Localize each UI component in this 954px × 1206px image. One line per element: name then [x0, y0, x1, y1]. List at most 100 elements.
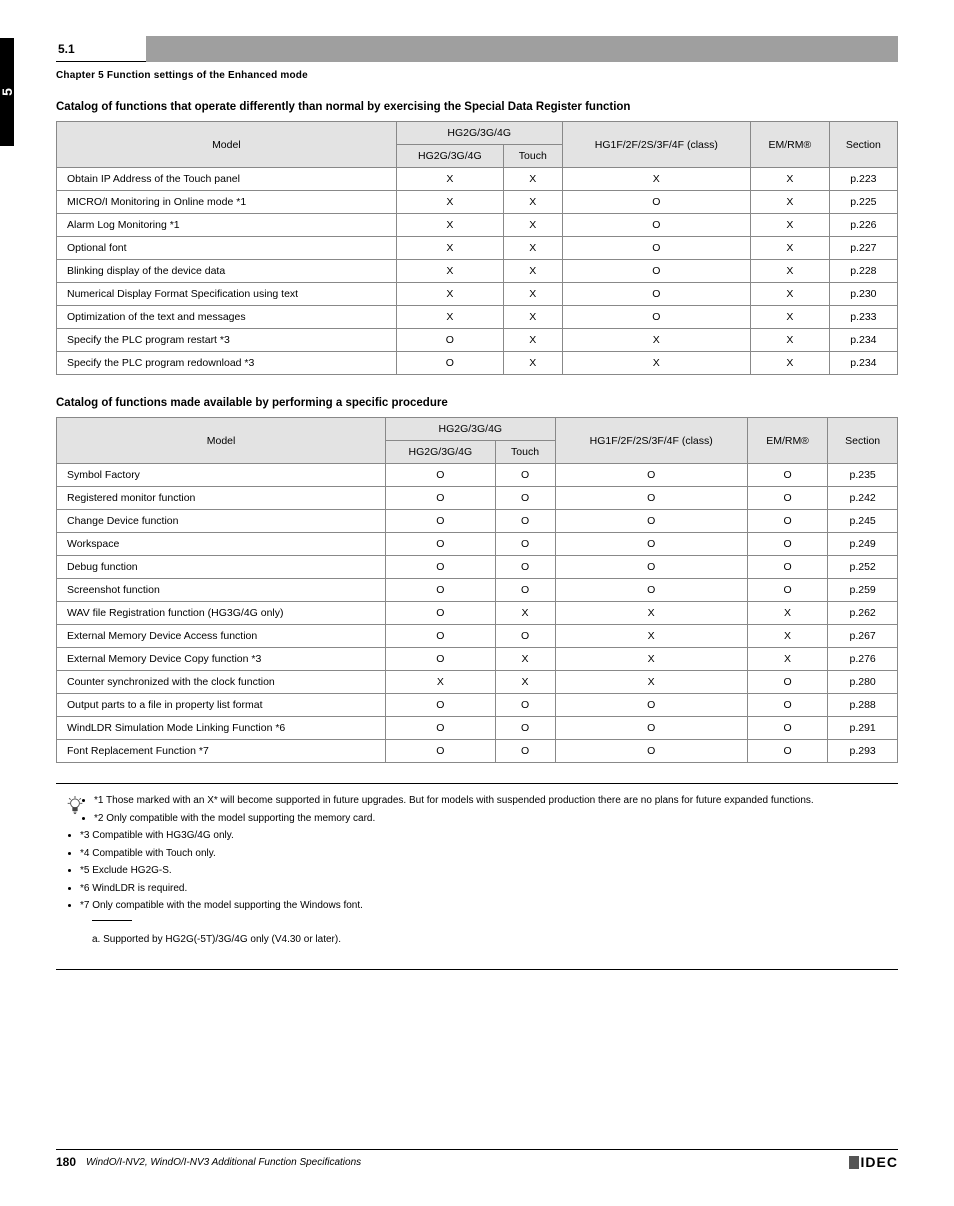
- idec-logo: IDEC: [849, 1154, 898, 1170]
- row-label: MICRO/I Monitoring in Online mode *1: [57, 191, 397, 214]
- cell-class: X: [562, 329, 750, 352]
- cell-hgxg: O: [386, 625, 495, 648]
- cell-em: O: [747, 740, 827, 763]
- cell-em: O: [747, 556, 827, 579]
- cell-em: O: [747, 533, 827, 556]
- table-row: Counter synchronized with the clock func…: [57, 671, 898, 694]
- cell-section: p.234: [829, 352, 897, 375]
- table-row: Obtain IP Address of the Touch panelXXXX…: [57, 168, 898, 191]
- cell-hgxg: X: [396, 306, 503, 329]
- cell-section: p.267: [828, 625, 898, 648]
- cell-class: X: [555, 625, 747, 648]
- cell-class: O: [555, 533, 747, 556]
- section-number: 5.1: [56, 36, 146, 62]
- cell-touch: X: [503, 329, 562, 352]
- cell-em: X: [750, 352, 829, 375]
- page-footer: 180 WindO/I-NV2, WindO/I-NV3 Additional …: [56, 1149, 898, 1170]
- cell-hgxg: O: [386, 464, 495, 487]
- cell-class: O: [555, 556, 747, 579]
- cell-hgxg: X: [396, 237, 503, 260]
- th2-hgxg: HG2G/3G/4G: [386, 418, 555, 441]
- note-item: *6 WindLDR is required.: [80, 882, 892, 897]
- page-number: 180: [56, 1155, 76, 1169]
- notes-list: *1 Those marked with an X* will become s…: [62, 794, 892, 914]
- cell-section: p.245: [828, 510, 898, 533]
- cell-section: p.280: [828, 671, 898, 694]
- table-row: Optional fontXXOXp.227: [57, 237, 898, 260]
- table-row: External Memory Device Access functionOO…: [57, 625, 898, 648]
- cell-section: p.249: [828, 533, 898, 556]
- chapter-title: Chapter 5 Function settings of the Enhan…: [56, 70, 898, 81]
- table-row: External Memory Device Copy function *3O…: [57, 648, 898, 671]
- cell-touch: O: [495, 464, 555, 487]
- cell-section: p.234: [829, 329, 897, 352]
- cell-em: X: [750, 214, 829, 237]
- row-label: Screenshot function: [57, 579, 386, 602]
- note-extra: a. Supported by HG2G(-5T)/3G/4G only (V4…: [92, 933, 892, 948]
- cell-class: X: [555, 648, 747, 671]
- table-row: Numerical Display Format Specification u…: [57, 283, 898, 306]
- row-label: Workspace: [57, 533, 386, 556]
- table-row: Output parts to a file in property list …: [57, 694, 898, 717]
- cell-em: O: [747, 464, 827, 487]
- cell-em: X: [750, 237, 829, 260]
- cell-hgxg: O: [386, 602, 495, 625]
- cell-em: X: [750, 191, 829, 214]
- footer-title: WindO/I-NV2, WindO/I-NV3 Additional Func…: [86, 1157, 361, 1168]
- cell-touch: X: [503, 352, 562, 375]
- cell-hgxg: X: [386, 671, 495, 694]
- th-hgxg-sub: HG2G/3G/4G: [396, 145, 503, 168]
- row-label: Numerical Display Format Specification u…: [57, 283, 397, 306]
- cell-touch: X: [495, 671, 555, 694]
- th2-sec: Section: [828, 418, 898, 464]
- row-label: WindLDR Simulation Mode Linking Function…: [57, 717, 386, 740]
- cell-class: O: [555, 464, 747, 487]
- table1: Model HG2G/3G/4G HG1F/2F/2S/3F/4F (class…: [56, 121, 898, 375]
- cell-section: p.223: [829, 168, 897, 191]
- table-row: Registered monitor functionOOOOp.242: [57, 487, 898, 510]
- cell-class: O: [555, 740, 747, 763]
- cell-em: X: [750, 329, 829, 352]
- cell-hgxg: O: [386, 510, 495, 533]
- row-label: Specify the PLC program redownload *3: [57, 352, 397, 375]
- cell-hgxg: X: [396, 168, 503, 191]
- cell-touch: O: [495, 556, 555, 579]
- cell-section: p.233: [829, 306, 897, 329]
- cell-section: p.276: [828, 648, 898, 671]
- cell-class: O: [555, 510, 747, 533]
- row-label: Registered monitor function: [57, 487, 386, 510]
- cell-em: O: [747, 487, 827, 510]
- logo-icon: [849, 1156, 859, 1169]
- cell-touch: X: [503, 168, 562, 191]
- cell-touch: X: [503, 260, 562, 283]
- cell-hgxg: O: [396, 329, 503, 352]
- cell-section: p.226: [829, 214, 897, 237]
- cell-touch: O: [495, 533, 555, 556]
- cell-section: p.262: [828, 602, 898, 625]
- cell-section: p.230: [829, 283, 897, 306]
- cell-class: O: [562, 214, 750, 237]
- cell-hgxg: O: [396, 352, 503, 375]
- header-stripe: [146, 36, 898, 62]
- row-label: External Memory Device Copy function *3: [57, 648, 386, 671]
- cell-touch: X: [495, 602, 555, 625]
- cell-section: p.259: [828, 579, 898, 602]
- row-label: Debug function: [57, 556, 386, 579]
- table-row: Screenshot functionOOOOp.259: [57, 579, 898, 602]
- cell-section: p.293: [828, 740, 898, 763]
- table-row: Specify the PLC program restart *3OXXXp.…: [57, 329, 898, 352]
- cell-touch: X: [503, 191, 562, 214]
- cell-class: O: [562, 306, 750, 329]
- notes-box: *1 Those marked with an X* will become s…: [56, 783, 898, 970]
- cell-section: p.288: [828, 694, 898, 717]
- cell-em: X: [747, 625, 827, 648]
- th2-em: EM/RM®: [747, 418, 827, 464]
- th2-touch: Touch: [495, 441, 555, 464]
- cell-hgxg: O: [386, 487, 495, 510]
- cell-class: O: [562, 237, 750, 260]
- th2-class: HG1F/2F/2S/3F/4F (class): [555, 418, 747, 464]
- row-label: Symbol Factory: [57, 464, 386, 487]
- cell-touch: X: [503, 214, 562, 237]
- th-sec: Section: [829, 122, 897, 168]
- cell-hgxg: O: [386, 533, 495, 556]
